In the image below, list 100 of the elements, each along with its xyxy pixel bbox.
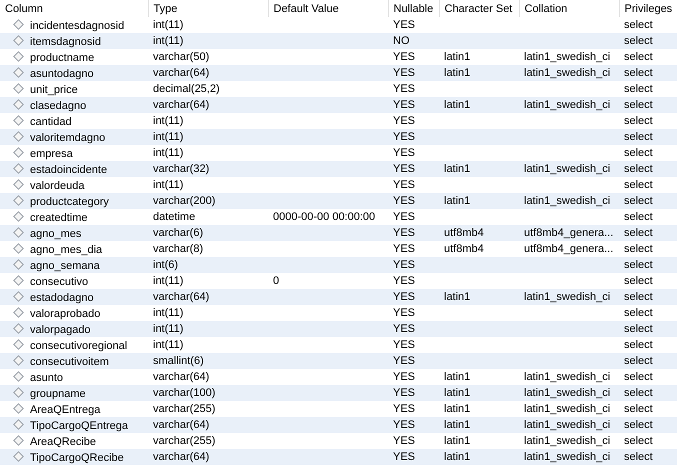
table-cell: select: [624, 323, 653, 335]
column-header[interactable]: Character Set: [444, 2, 512, 14]
table-cell: varchar(100): [153, 387, 216, 399]
table-cell: int(11): [153, 147, 184, 159]
table-cell: YES: [393, 99, 416, 111]
table-cell: latin1: [444, 163, 470, 175]
table-cell: smallint(6): [153, 355, 204, 367]
column-name: valoritemdagno: [30, 132, 106, 144]
column-name: valordeuda: [30, 180, 84, 192]
table-cell: latin1_swedish_ci: [524, 451, 610, 463]
table-cell: utf8mb4: [444, 227, 484, 239]
table-cell: select: [624, 259, 653, 271]
column-name: consecutivo: [30, 276, 88, 288]
table-cell: 0: [273, 275, 280, 287]
table-cell: utf8mb4_genera...: [524, 243, 614, 255]
table-cell: YES: [393, 259, 416, 271]
column-name: agno_semana: [30, 260, 100, 272]
table-cell: YES: [393, 163, 416, 175]
table-cell: latin1_swedish_ci: [524, 99, 610, 111]
table-cell: latin1_swedish_ci: [524, 403, 610, 415]
table-cell: YES: [393, 435, 416, 447]
table-cell: latin1: [444, 403, 470, 415]
table-cell: select: [624, 179, 653, 191]
table-cell: select: [624, 307, 653, 319]
table-cell: YES: [393, 19, 416, 31]
table-cell: YES: [393, 131, 416, 143]
table-cell: YES: [393, 451, 416, 463]
column-name: AreaQEntrega: [30, 404, 100, 416]
table-cell: select: [624, 131, 653, 143]
table-cell: YES: [393, 323, 416, 335]
table-cell: select: [624, 451, 653, 463]
column-header[interactable]: Privileges: [624, 2, 672, 14]
table-cell: select: [624, 275, 653, 287]
table-cell: decimal(25,2): [153, 83, 220, 95]
column-name: productname: [30, 52, 94, 64]
table-cell: YES: [393, 51, 416, 63]
table-cell: latin1_swedish_ci: [524, 371, 610, 383]
column-name: consecutivoregional: [30, 340, 128, 352]
table-cell: datetime: [153, 211, 196, 223]
table-cell: YES: [393, 355, 416, 367]
column-header[interactable]: Column: [5, 2, 43, 14]
table-cell: select: [624, 355, 653, 367]
column-name: clasedagno: [30, 100, 86, 112]
table-cell: select: [624, 35, 653, 47]
table-cell: select: [624, 195, 653, 207]
table-cell: int(6): [153, 259, 178, 271]
table-cell: varchar(6): [153, 227, 204, 239]
table-cell: utf8mb4: [444, 243, 484, 255]
table-cell: latin1: [444, 195, 470, 207]
table-cell: select: [624, 243, 653, 255]
table-cell: YES: [393, 211, 416, 223]
table-cell: YES: [393, 307, 416, 319]
column-name: unit_price: [30, 84, 78, 96]
column-name: itemsdagnosid: [30, 36, 101, 48]
table-cell: select: [624, 291, 653, 303]
table-cell: YES: [393, 419, 416, 431]
table-cell: varchar(64): [153, 451, 210, 463]
table-cell: YES: [393, 227, 416, 239]
table-cell: latin1_swedish_ci: [524, 163, 610, 175]
column-name: productcategory: [30, 196, 109, 208]
table-cell: latin1_swedish_ci: [524, 51, 610, 63]
column-header[interactable]: Nullable: [394, 2, 434, 14]
column-name: incidentesdagnosid: [30, 20, 124, 32]
table-cell: YES: [393, 83, 416, 95]
table-cell: varchar(64): [153, 67, 210, 79]
table-cell: int(11): [153, 35, 184, 47]
table-cell: latin1: [444, 51, 470, 63]
table-cell: YES: [393, 147, 416, 159]
table-cell: select: [624, 435, 653, 447]
table-cell: YES: [393, 179, 416, 191]
table-cell: YES: [393, 387, 416, 399]
column-name: AreaQRecibe: [30, 436, 96, 448]
column-header[interactable]: Collation: [524, 2, 568, 14]
table-cell: varchar(64): [153, 99, 210, 111]
table-cell: latin1: [444, 371, 470, 383]
table-cell: select: [624, 147, 653, 159]
table-cell: YES: [393, 115, 416, 127]
column-name: asunto: [30, 372, 64, 384]
table-cell: YES: [393, 339, 416, 351]
column-name: cantidad: [30, 116, 72, 128]
table-cell: YES: [393, 67, 416, 79]
table-cell: varchar(64): [153, 371, 210, 383]
table-cell: select: [624, 419, 653, 431]
column-name: consecutivoitem: [30, 356, 109, 368]
column-name: groupname: [30, 388, 86, 400]
table-cell: select: [624, 387, 653, 399]
table-cell: latin1_swedish_ci: [524, 291, 610, 303]
column-header[interactable]: Type: [154, 2, 178, 14]
table-cell: varchar(200): [153, 195, 216, 207]
table-cell: latin1: [444, 451, 470, 463]
table-cell: varchar(255): [153, 403, 216, 415]
table-cell: select: [624, 371, 653, 383]
column-name: asuntodagno: [30, 68, 94, 80]
diamond-icon: [13, 18, 24, 30]
table-cell: select: [624, 115, 653, 127]
table-cell: latin1: [444, 387, 470, 399]
table-cell: varchar(64): [153, 291, 210, 303]
column-name: createdtime: [30, 212, 88, 224]
table-cell: latin1_swedish_ci: [524, 419, 610, 431]
column-header[interactable]: Default Value: [274, 2, 339, 14]
